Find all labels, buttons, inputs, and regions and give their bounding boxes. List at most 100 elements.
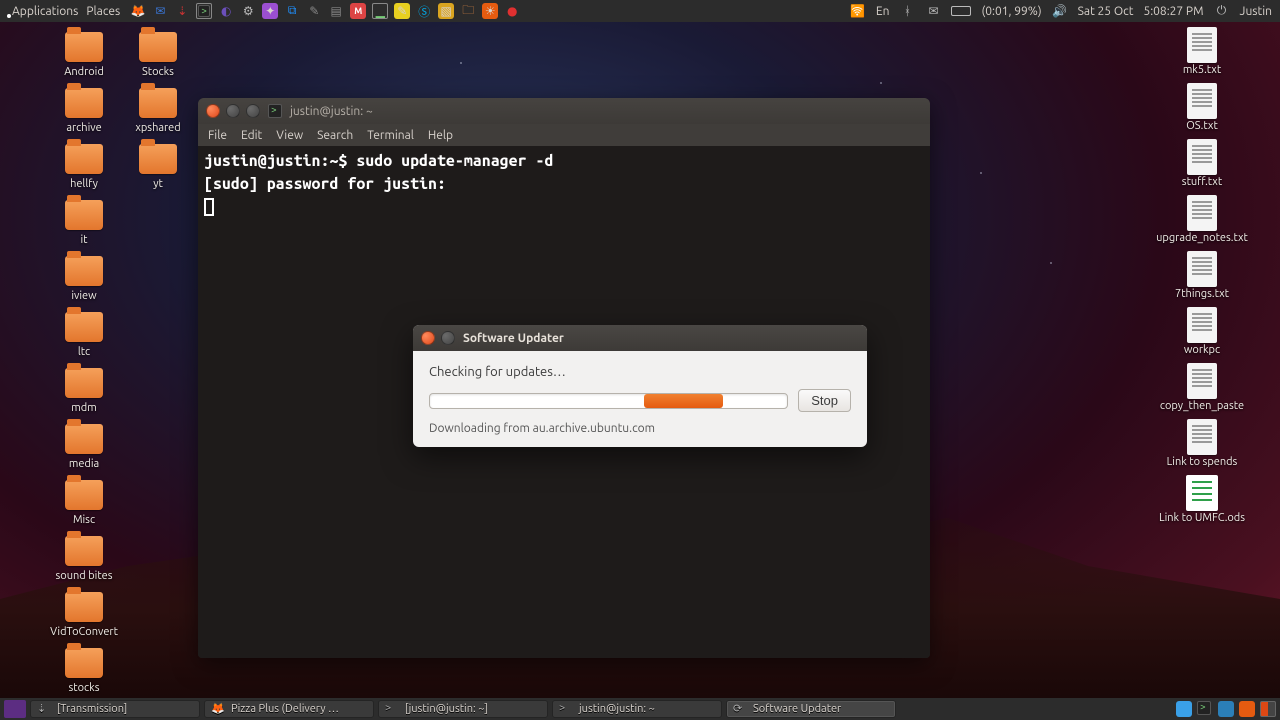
- panel-app-launchers: 🦊 ✉ ⇣ ◐ ⚙ ✦ ⧉ ✎ ▤ M ▁ ✎ Ⓢ ▧ 🗀 ☀ ●: [130, 3, 520, 19]
- terminal-cursor: [204, 198, 214, 216]
- icon-label: VidToConvert: [50, 626, 118, 639]
- app-icon-yellow[interactable]: ▧: [438, 3, 454, 19]
- stop-button[interactable]: Stop: [798, 389, 851, 412]
- battery-text: (0:01, 99%): [981, 5, 1041, 18]
- thunderbird-icon[interactable]: ✉: [152, 3, 168, 19]
- clock-time[interactable]: 5:08:27 PM: [1143, 5, 1203, 18]
- software-updater-dialog[interactable]: Software Updater Checking for updates… S…: [413, 325, 867, 447]
- taskbar-button[interactable]: ⟳Software Updater: [726, 700, 896, 718]
- terminal-title: justin@justin: ~: [290, 105, 373, 118]
- desktop-textfile[interactable]: upgrade_notes.txt: [1142, 196, 1262, 245]
- desktop-textfile[interactable]: copy_then_paste: [1142, 364, 1262, 413]
- desktop-folder[interactable]: VidToConvert: [48, 590, 120, 639]
- gmail-icon[interactable]: M: [350, 3, 366, 19]
- eclipse-icon[interactable]: ◐: [218, 3, 234, 19]
- icon-label: Link to spends: [1167, 456, 1238, 469]
- terminal-titlebar[interactable]: justin@justin: ~: [198, 98, 930, 124]
- bluetooth-icon[interactable]: ᚼ: [899, 3, 915, 19]
- menu-search[interactable]: Search: [317, 129, 353, 142]
- notes-icon[interactable]: ✎: [394, 3, 410, 19]
- menu-edit[interactable]: Edit: [241, 129, 262, 142]
- desktop-folder[interactable]: hellfy: [48, 142, 120, 191]
- user-menu[interactable]: Justin: [1240, 5, 1272, 18]
- desktop-textfile[interactable]: mk5.txt: [1142, 28, 1262, 77]
- power-icon[interactable]: ⏻: [1214, 3, 1230, 19]
- clock-date[interactable]: Sat 25 Oct: [1078, 5, 1134, 18]
- firefox-icon[interactable]: 🦊: [130, 3, 146, 19]
- desktop-folder[interactable]: iview: [48, 254, 120, 303]
- places-menu[interactable]: Places: [86, 5, 120, 18]
- taskbar-button[interactable]: > [justin@justin: ~]: [378, 700, 548, 718]
- icon-label: ltc: [78, 346, 90, 359]
- menu-view[interactable]: View: [276, 129, 303, 142]
- menu-terminal[interactable]: Terminal: [367, 129, 414, 142]
- icon-label: archive: [66, 122, 101, 135]
- volume-icon[interactable]: 🔊: [1052, 3, 1068, 19]
- desktop-textfile[interactable]: stuff.txt: [1142, 140, 1262, 189]
- desktop-folder[interactable]: xpshared: [122, 86, 194, 135]
- desktop-spreadsheet[interactable]: Link to UMFC.ods: [1142, 476, 1262, 525]
- desktop-textfile[interactable]: 7things.txt: [1142, 252, 1262, 301]
- files-icon[interactable]: 🗀: [460, 3, 476, 19]
- desktop-folder[interactable]: it: [48, 198, 120, 247]
- minimize-button[interactable]: [226, 104, 240, 118]
- close-button[interactable]: [421, 331, 435, 345]
- calculator-icon[interactable]: ▤: [328, 3, 344, 19]
- app-icon-orange[interactable]: ☀: [482, 3, 498, 19]
- workspace-switcher-icon[interactable]: [1260, 701, 1276, 717]
- desktop-textfile[interactable]: workpc: [1142, 308, 1262, 357]
- tray-terminal-icon[interactable]: [1197, 701, 1213, 717]
- editor-icon[interactable]: ✎: [306, 3, 322, 19]
- icon-label: stocks: [69, 682, 100, 695]
- transmission-icon[interactable]: ⇣: [174, 3, 190, 19]
- skype-icon[interactable]: Ⓢ: [416, 3, 432, 19]
- desktop-folder[interactable]: mdm: [48, 366, 120, 415]
- bottom-panel: ⇣[Transmission]🦊Pizza Plus (Delivery … > […: [0, 698, 1280, 720]
- taskbar-button[interactable]: >justin@justin: ~: [552, 700, 722, 718]
- task-app-icon: >: [385, 702, 399, 716]
- desktop-folder[interactable]: archive: [48, 86, 120, 135]
- taskbar-button[interactable]: 🦊Pizza Plus (Delivery …: [204, 700, 374, 718]
- mail-indicator-icon[interactable]: ✉: [925, 3, 941, 19]
- desktop-textfile[interactable]: OS.txt: [1142, 84, 1262, 133]
- minimize-button[interactable]: [441, 331, 455, 345]
- task-label: Pizza Plus (Delivery …: [231, 703, 339, 715]
- desktop-folder[interactable]: stocks: [48, 646, 120, 695]
- task-label: [justin@justin: ~]: [405, 703, 488, 715]
- desktop-folder[interactable]: yt: [122, 142, 194, 191]
- desktop-folder[interactable]: ltc: [48, 310, 120, 359]
- updater-titlebar[interactable]: Software Updater: [413, 325, 867, 351]
- terminal-launcher-icon[interactable]: [196, 3, 212, 19]
- desktop-textfile[interactable]: Link to spends: [1142, 420, 1262, 469]
- taskbar-button[interactable]: ⇣[Transmission]: [30, 700, 200, 718]
- keyboard-indicator[interactable]: En: [876, 5, 890, 18]
- app-icon-purple[interactable]: ✦: [262, 3, 278, 19]
- monitor-icon[interactable]: ▁: [372, 3, 388, 19]
- tray-app-icon[interactable]: [1239, 701, 1255, 717]
- desktop-folder[interactable]: Misc: [48, 478, 120, 527]
- menu-help[interactable]: Help: [428, 129, 453, 142]
- close-button[interactable]: [206, 104, 220, 118]
- applications-menu[interactable]: Applications: [12, 5, 78, 18]
- desktop-folder[interactable]: sound bites: [48, 534, 120, 583]
- desktop-folder[interactable]: Stocks: [122, 30, 194, 79]
- tray-app-icon[interactable]: [1218, 701, 1234, 717]
- desktop-folder[interactable]: media: [48, 422, 120, 471]
- menu-file[interactable]: File: [208, 129, 227, 142]
- task-app-icon: ⟳: [733, 702, 747, 716]
- task-app-icon: ⇣: [37, 702, 51, 716]
- desktop-folder[interactable]: Android: [48, 30, 120, 79]
- record-icon[interactable]: ●: [504, 3, 520, 19]
- updater-title: Software Updater: [463, 332, 564, 345]
- maximize-button[interactable]: [246, 104, 260, 118]
- wifi-icon[interactable]: 🛜: [850, 3, 866, 19]
- tray-app-icon[interactable]: [1176, 701, 1192, 717]
- terminal-icon: [268, 104, 282, 118]
- dropbox-icon[interactable]: ⧉: [284, 3, 300, 19]
- show-desktop-button[interactable]: [4, 700, 26, 718]
- battery-icon[interactable]: [951, 6, 971, 16]
- settings-icon[interactable]: ⚙: [240, 3, 256, 19]
- icon-label: iview: [71, 290, 96, 303]
- icon-label: mk5.txt: [1183, 64, 1221, 77]
- icon-label: stuff.txt: [1182, 176, 1222, 189]
